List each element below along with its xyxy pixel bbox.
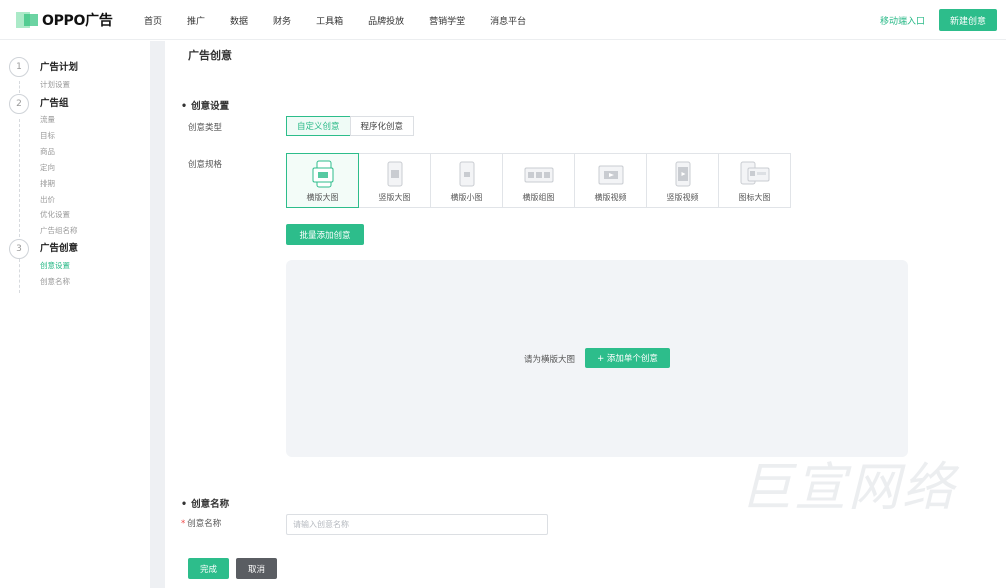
step-number: 1 <box>9 57 29 77</box>
step-sub-product[interactable]: 商品 <box>40 146 55 157</box>
step-connector <box>19 259 20 293</box>
top-nav-bar: OPPO广告 首页 推广 数据 财务 工具箱 品牌投放 营销学堂 消息平台 移动… <box>0 0 1006 40</box>
creative-drop-area: 请为横版大图 + 添加单个创意 <box>286 260 908 457</box>
creative-name-input[interactable] <box>286 514 548 535</box>
nav-item-academy[interactable]: 营销学堂 <box>429 14 465 27</box>
portrait-large-icon <box>387 161 402 187</box>
step-number: 3 <box>9 239 29 259</box>
new-creative-button[interactable]: 新建创意 <box>939 9 997 31</box>
step-sidebar: 1 广告计划 计划设置 2 广告组 流量 目标 商品 定向 排期 出价 优化设置… <box>0 41 150 588</box>
step-sub-traffic[interactable]: 流量 <box>40 114 55 125</box>
step-sub-adgroup-name[interactable]: 广告组名称 <box>40 225 78 236</box>
spec-label: 横版组图 <box>522 193 555 202</box>
icon-large-icon <box>740 161 769 185</box>
add-single-creative-button[interactable]: + 添加单个创意 <box>585 348 670 368</box>
nav-item-toolbox[interactable]: 工具箱 <box>316 14 343 27</box>
spec-label: 竖版大图 <box>378 193 411 202</box>
done-button[interactable]: 完成 <box>188 558 229 579</box>
step-sub-plan-settings[interactable]: 计划设置 <box>40 79 70 90</box>
creative-type-toggle: 自定义创意 程序化创意 <box>286 116 415 136</box>
step-connector <box>19 81 20 93</box>
nav-item-finance[interactable]: 财务 <box>273 14 291 27</box>
logo-text: OPPO广告 <box>42 13 113 29</box>
step-connector <box>19 119 20 237</box>
batch-add-creative-button[interactable]: 批量添加创意 <box>286 224 364 245</box>
cancel-button[interactable]: 取消 <box>236 558 277 579</box>
creative-name-label: * 创意名称 <box>181 517 221 529</box>
spec-landscape-small[interactable]: 横版小图 <box>430 153 503 208</box>
spec-portrait-large[interactable]: 竖版大图 <box>358 153 431 208</box>
portrait-video-icon <box>675 161 690 187</box>
spec-landscape-video[interactable]: 横版视频 <box>574 153 647 208</box>
spec-label: 横版视频 <box>594 193 627 202</box>
creative-spec-label: 创意规格 <box>188 160 223 170</box>
section-title-creative-settings: 创意设置 <box>181 98 229 112</box>
spec-icon-large[interactable]: 图标大图 <box>718 153 791 208</box>
spec-landscape-group[interactable]: 横版组图 <box>502 153 575 208</box>
spec-label: 竖版视频 <box>666 193 699 202</box>
spec-label: 图标大图 <box>738 193 771 202</box>
logo-mark-icon <box>16 12 40 28</box>
step-title-adgroup[interactable]: 广告组 <box>40 95 69 109</box>
required-mark: * <box>181 519 186 529</box>
oppo-ads-logo[interactable]: OPPO广告 <box>16 10 113 30</box>
landscape-large-icon <box>312 160 333 188</box>
step-sub-schedule[interactable]: 排期 <box>40 178 55 189</box>
main-nav: 首页 推广 数据 财务 工具箱 品牌投放 营销学堂 消息平台 <box>144 0 551 40</box>
type-custom-button[interactable]: 自定义创意 <box>286 116 351 136</box>
spec-portrait-video[interactable]: 竖版视频 <box>646 153 719 208</box>
nav-item-messages[interactable]: 消息平台 <box>490 14 526 27</box>
drop-area-hint: 请为横版大图 <box>524 355 576 365</box>
step-number: 2 <box>9 94 29 114</box>
landscape-small-icon <box>459 161 474 187</box>
spec-label: 横版大图 <box>306 193 339 202</box>
step-title-creative[interactable]: 广告创意 <box>40 240 78 254</box>
nav-item-data[interactable]: 数据 <box>230 14 248 27</box>
landscape-group-icon <box>524 167 553 183</box>
type-programmatic-button[interactable]: 程序化创意 <box>349 116 415 136</box>
creative-type-label: 创意类型 <box>188 123 223 133</box>
watermark-text: 巨宣网络 <box>740 458 957 518</box>
nav-item-home[interactable]: 首页 <box>144 14 162 27</box>
step-title-plan[interactable]: 广告计划 <box>40 59 78 73</box>
step-sub-bid[interactable]: 出价 <box>40 194 55 205</box>
nav-item-brand-ads[interactable]: 品牌投放 <box>368 14 404 27</box>
step-sub-targeting[interactable]: 定向 <box>40 162 55 173</box>
creative-name-label-text: 创意名称 <box>187 519 222 529</box>
mobile-entry-link[interactable]: 移动端入口 <box>880 14 925 27</box>
nav-item-promotion[interactable]: 推广 <box>187 14 205 27</box>
step-sub-goal[interactable]: 目标 <box>40 130 55 141</box>
sidebar-divider <box>150 41 165 588</box>
spec-label: 横版小图 <box>450 193 483 202</box>
creative-spec-selector: 横版大图 竖版大图 横版小图 横版组图 横版视频 竖版视频 图标大图 <box>286 153 791 208</box>
step-sub-creative-settings[interactable]: 创意设置 <box>40 260 70 271</box>
page-title: 广告创意 <box>188 49 232 62</box>
spec-landscape-large[interactable]: 横版大图 <box>286 153 359 208</box>
section-title-creative-name: 创意名称 <box>181 496 229 510</box>
landscape-video-icon <box>598 165 623 185</box>
step-sub-creative-name[interactable]: 创意名称 <box>40 276 70 287</box>
step-sub-optimization[interactable]: 优化设置 <box>40 209 70 220</box>
